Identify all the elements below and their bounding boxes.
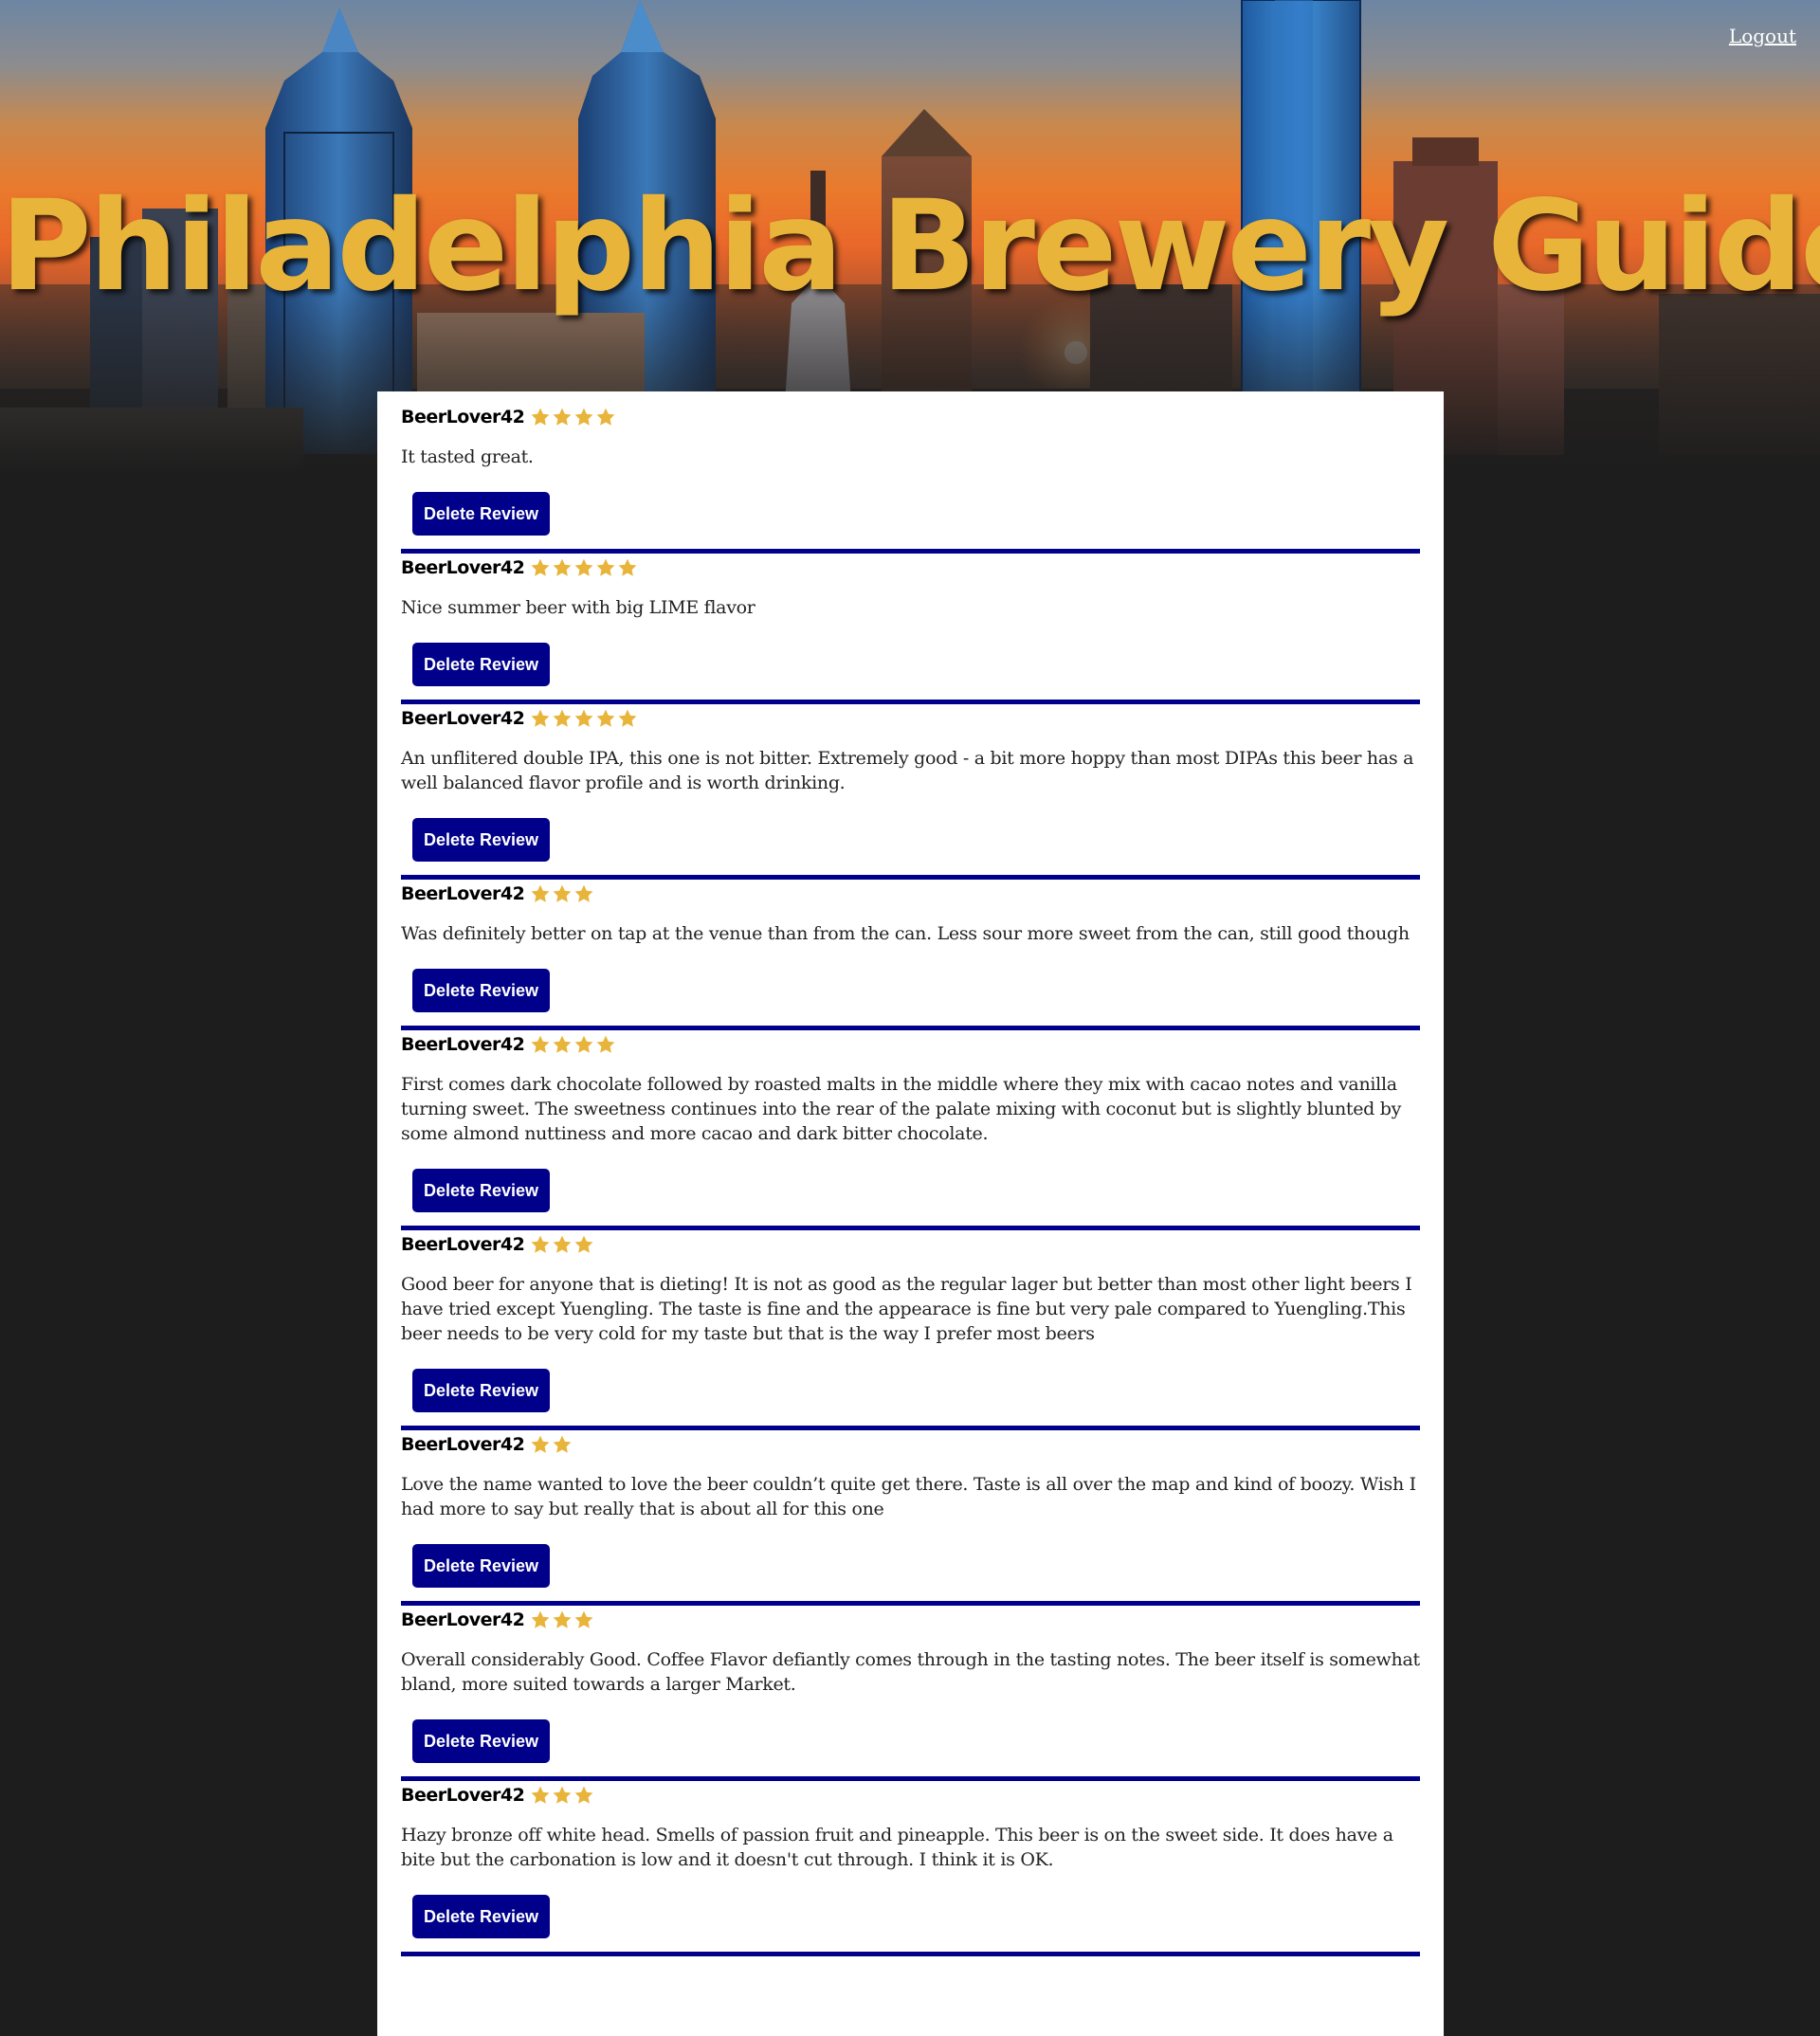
- review-header: BeerLover42: [401, 1430, 1420, 1459]
- star-rating: [530, 1785, 595, 1806]
- star-icon: [595, 557, 616, 578]
- site-title: Philadelphia Brewery Guide: [0, 173, 1820, 319]
- star-icon: [530, 1609, 551, 1630]
- review-header: BeerLover42: [401, 1781, 1420, 1809]
- star-icon: [573, 557, 594, 578]
- star-rating: [530, 1434, 573, 1455]
- star-icon: [595, 1034, 616, 1055]
- star-icon: [552, 708, 573, 729]
- review-header: BeerLover42: [401, 704, 1420, 733]
- review-text: Nice summer beer with big LIME flavor: [401, 597, 755, 618]
- reviewer-name: BeerLover42: [401, 883, 525, 904]
- review-header: BeerLover42: [401, 1606, 1420, 1634]
- star-icon: [573, 1609, 594, 1630]
- review-item: BeerLover42 An unflitered double IPA, th…: [401, 704, 1420, 880]
- star-icon: [552, 1785, 573, 1806]
- star-icon: [595, 708, 616, 729]
- star-rating: [530, 557, 639, 578]
- star-icon: [573, 1234, 594, 1255]
- reviewer-name: BeerLover42: [401, 1609, 525, 1630]
- reviewer-name: BeerLover42: [401, 708, 525, 729]
- star-icon: [595, 407, 616, 427]
- reviewer-name: BeerLover42: [401, 557, 525, 578]
- review-item: BeerLover42 Good beer for anyone that is…: [401, 1230, 1420, 1430]
- review-text: First comes dark chocolate followed by r…: [401, 1074, 1402, 1144]
- star-icon: [617, 708, 638, 729]
- delete-review-button[interactable]: Delete Review: [412, 643, 551, 686]
- star-icon: [552, 407, 573, 427]
- star-icon: [573, 883, 594, 904]
- review-text: Was definitely better on tap at the venu…: [401, 923, 1410, 944]
- review-text: Good beer for anyone that is dieting! It…: [401, 1274, 1412, 1344]
- star-icon: [552, 557, 573, 578]
- review-item: BeerLover42 Love the name wanted to love…: [401, 1430, 1420, 1606]
- star-icon: [573, 407, 594, 427]
- star-icon: [617, 557, 638, 578]
- review-text: Hazy bronze off white head. Smells of pa…: [401, 1825, 1393, 1870]
- review-header: BeerLover42: [401, 1230, 1420, 1259]
- review-header: BeerLover42: [401, 554, 1420, 582]
- star-icon: [530, 1034, 551, 1055]
- review-header: BeerLover42: [401, 880, 1420, 908]
- review-item: BeerLover42 Hazy bronze off white head. …: [401, 1781, 1420, 1956]
- delete-review-button[interactable]: Delete Review: [412, 492, 551, 536]
- review-header: BeerLover42: [401, 1030, 1420, 1059]
- star-rating: [530, 708, 639, 729]
- star-icon: [530, 1434, 551, 1455]
- logout-link[interactable]: Logout: [1729, 25, 1796, 47]
- star-icon: [530, 407, 551, 427]
- review-item: BeerLover42 Nice summer beer with big LI…: [401, 554, 1420, 704]
- star-icon: [573, 1785, 594, 1806]
- star-icon: [552, 1609, 573, 1630]
- delete-review-button[interactable]: Delete Review: [412, 1719, 551, 1763]
- reviewer-name: BeerLover42: [401, 1034, 525, 1055]
- review-list: BeerLover42 It tasted great. Delete Revi…: [377, 391, 1444, 2036]
- reviewer-name: BeerLover42: [401, 1234, 525, 1255]
- delete-review-button[interactable]: Delete Review: [412, 1895, 551, 1938]
- review-text: Overall considerably Good. Coffee Flavor…: [401, 1649, 1420, 1695]
- review-text: It tasted great.: [401, 446, 534, 467]
- delete-review-button[interactable]: Delete Review: [412, 1369, 551, 1412]
- star-icon: [552, 1034, 573, 1055]
- delete-review-button[interactable]: Delete Review: [412, 969, 551, 1012]
- review-item: BeerLover42 Was definitely better on tap…: [401, 880, 1420, 1030]
- review-item: BeerLover42 It tasted great. Delete Revi…: [401, 403, 1420, 554]
- review-header: BeerLover42: [401, 403, 1420, 431]
- star-icon: [530, 708, 551, 729]
- star-icon: [552, 1234, 573, 1255]
- star-rating: [530, 1034, 617, 1055]
- star-icon: [530, 1234, 551, 1255]
- reviewer-name: BeerLover42: [401, 1785, 525, 1806]
- star-icon: [530, 883, 551, 904]
- star-icon: [552, 1434, 573, 1455]
- review-item: BeerLover42 Overall considerably Good. C…: [401, 1606, 1420, 1781]
- star-rating: [530, 1609, 595, 1630]
- star-icon: [573, 708, 594, 729]
- delete-review-button[interactable]: Delete Review: [412, 818, 551, 862]
- reviewer-name: BeerLover42: [401, 1434, 525, 1455]
- star-rating: [530, 1234, 595, 1255]
- delete-review-button[interactable]: Delete Review: [412, 1544, 551, 1588]
- reviewer-name: BeerLover42: [401, 407, 525, 427]
- delete-review-button[interactable]: Delete Review: [412, 1169, 551, 1212]
- review-text: Love the name wanted to love the beer co…: [401, 1474, 1416, 1519]
- review-item: BeerLover42 First comes dark chocolate f…: [401, 1030, 1420, 1230]
- star-rating: [530, 883, 595, 904]
- star-icon: [530, 557, 551, 578]
- star-icon: [530, 1785, 551, 1806]
- star-icon: [552, 883, 573, 904]
- star-rating: [530, 407, 617, 427]
- star-icon: [573, 1034, 594, 1055]
- review-text: An unflitered double IPA, this one is no…: [401, 748, 1414, 793]
